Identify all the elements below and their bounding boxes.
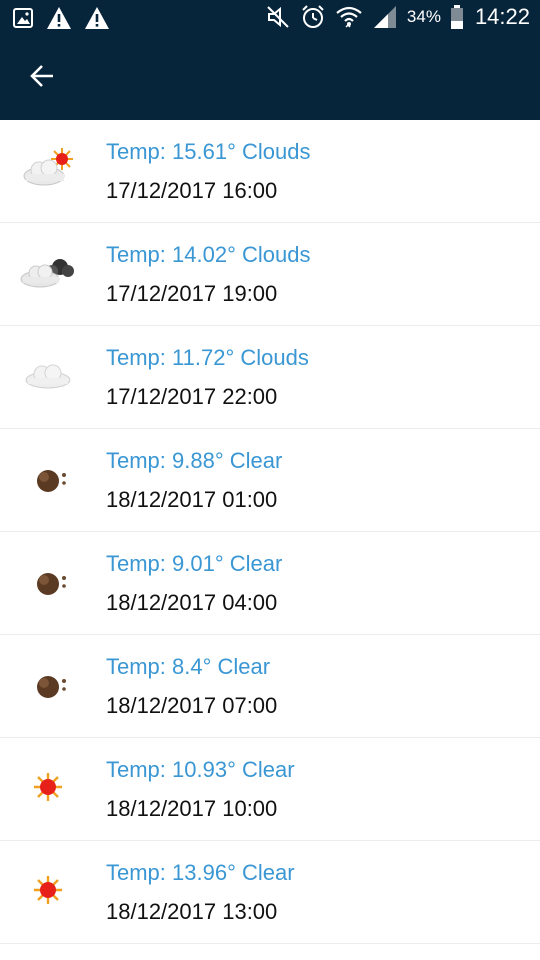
temperature-label: Temp: 13.96° Clear <box>106 860 295 885</box>
mute-icon <box>265 4 291 30</box>
temperature-label: Temp: 10.93° Clear <box>106 757 295 782</box>
temperature-label: Temp: 9.88° Clear <box>106 448 283 473</box>
temperature-label: Temp: 9.01° Clear <box>106 551 283 576</box>
cloud-icon <box>18 350 78 400</box>
arrow-left-icon <box>28 62 56 95</box>
status-bar: 34% 14:22 <box>0 0 540 38</box>
datetime-label: 18/12/2017 10:00 <box>106 796 278 821</box>
forecast-item[interactable]: Temp: 9.88° Clear 18/12/2017 01:00 <box>0 429 540 532</box>
gallery-icon <box>12 7 34 29</box>
temperature-label: Temp: 15.61° Clouds <box>106 139 311 164</box>
sun-icon <box>18 865 78 915</box>
datetime-label: 17/12/2017 16:00 <box>106 178 278 203</box>
forecast-item[interactable]: Temp: 8.4° Clear 18/12/2017 07:00 <box>0 635 540 738</box>
datetime-label: 18/12/2017 04:00 <box>106 590 278 615</box>
partly-cloudy-night-icon <box>18 247 78 297</box>
alarm-icon <box>300 4 326 30</box>
partly-cloudy-day-icon <box>18 144 78 194</box>
forecast-item[interactable]: Temp: 13.96° Clear 18/12/2017 13:00 <box>0 841 540 944</box>
wifi-icon <box>335 4 363 30</box>
warning-icon <box>84 6 110 30</box>
moon-icon <box>18 453 78 503</box>
forecast-item[interactable]: Temp: 15.61° Clouds 17/12/2017 16:00 <box>0 120 540 223</box>
forecast-item[interactable]: Temp: 11.72° Clouds 17/12/2017 22:00 <box>0 326 540 429</box>
warning-icon <box>46 6 72 30</box>
moon-icon <box>18 556 78 606</box>
temperature-label: Temp: 8.4° Clear <box>106 654 271 679</box>
forecast-item[interactable]: Temp: 9.01° Clear 18/12/2017 04:00 <box>0 532 540 635</box>
battery-percentage: 34% <box>406 7 441 26</box>
app-header: 34% 14:22 <box>0 0 540 120</box>
datetime-label: 17/12/2017 19:00 <box>106 281 278 306</box>
forecast-list: Temp: 15.61° Clouds 17/12/2017 16:00 Tem… <box>0 120 540 944</box>
datetime-label: 17/12/2017 22:00 <box>106 384 278 409</box>
temperature-label: Temp: 11.72° Clouds <box>106 345 309 370</box>
battery-icon <box>450 4 464 30</box>
datetime-label: 18/12/2017 07:00 <box>106 693 278 718</box>
status-time: 14:22 <box>474 4 530 29</box>
signal-icon <box>372 4 398 30</box>
datetime-label: 18/12/2017 13:00 <box>106 899 278 924</box>
forecast-item[interactable]: Temp: 10.93° Clear 18/12/2017 10:00 <box>0 738 540 841</box>
forecast-item[interactable]: Temp: 14.02° Clouds 17/12/2017 19:00 <box>0 223 540 326</box>
back-button[interactable] <box>22 58 62 98</box>
status-bar-system: 34% 14:22 <box>265 4 530 30</box>
datetime-label: 18/12/2017 01:00 <box>106 487 278 512</box>
sun-icon <box>18 762 78 812</box>
status-bar-notifications <box>12 6 110 30</box>
moon-icon <box>18 659 78 709</box>
temperature-label: Temp: 14.02° Clouds <box>106 242 311 267</box>
